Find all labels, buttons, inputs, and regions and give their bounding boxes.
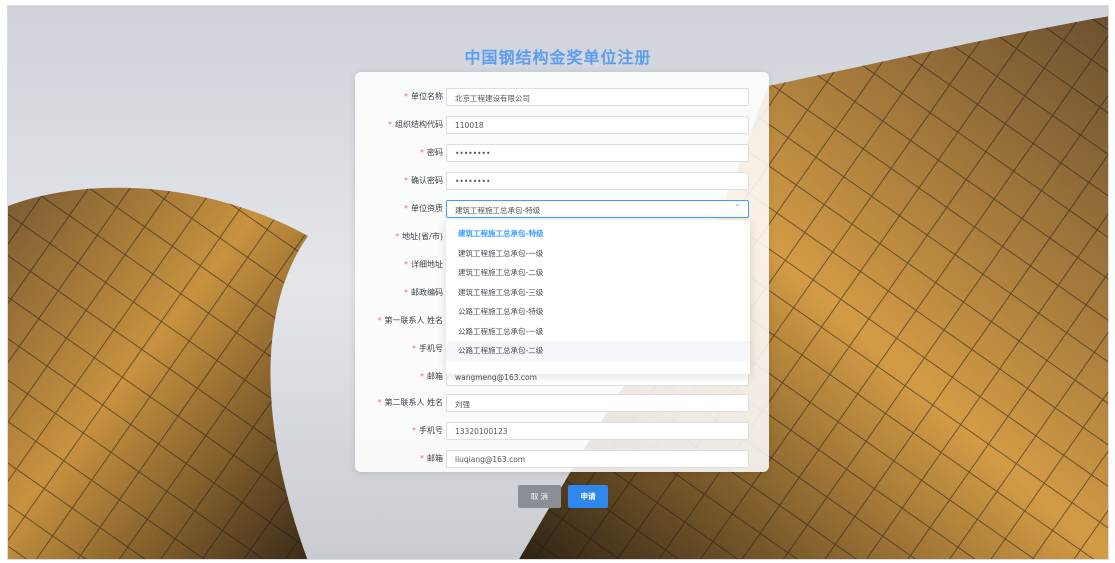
field-label: 地址(省/市) <box>402 232 443 241</box>
field-label: 邮箱 <box>427 372 443 381</box>
field-row-password: * 密码 •••••••• <box>355 144 769 164</box>
required-mark: * <box>404 92 408 101</box>
field-row-qualification: * 单位资质 建筑工程施工总承包-特级 ⌃ <box>355 200 769 220</box>
field-row-confirm-password: * 确认密码 •••••••• <box>355 172 769 192</box>
field-label: 第二联系人 姓名 <box>384 398 443 407</box>
contact2-phone-input[interactable]: 13320100123 <box>446 422 749 440</box>
field-label: 手机号 <box>419 426 443 435</box>
field-label: 确认密码 <box>411 176 443 185</box>
cancel-button[interactable]: 取 消 <box>518 485 561 508</box>
dropdown-option[interactable]: 建筑工程施工总承包-二级 <box>446 263 750 283</box>
field-label: 邮箱 <box>427 454 443 463</box>
field-label: 手机号 <box>419 344 443 353</box>
required-mark: * <box>412 426 416 435</box>
required-mark: * <box>420 454 424 463</box>
field-row-contact2-name: * 第二联系人 姓名 刘强 <box>355 394 769 414</box>
field-label: 邮政编码 <box>411 288 443 297</box>
submit-button[interactable]: 申请 <box>568 485 608 508</box>
password-input[interactable]: •••••••• <box>446 144 749 162</box>
required-mark: * <box>404 204 408 213</box>
unit-name-input[interactable]: 北京工程建设有限公司 <box>446 88 749 106</box>
required-mark: * <box>404 176 408 185</box>
required-mark: * <box>377 398 382 407</box>
confirm-password-input[interactable]: •••••••• <box>446 172 749 190</box>
required-mark: * <box>404 288 408 297</box>
field-row-org-code: * 组织结构代码 110018 <box>355 116 769 136</box>
dropdown-option[interactable]: 公路工程施工总承包-特级 <box>446 302 750 322</box>
field-row-contact2-phone: * 手机号 13320100123 <box>355 422 769 442</box>
page-title: 中国钢结构金奖单位注册 <box>464 48 652 67</box>
required-mark: * <box>420 148 424 157</box>
field-label: 单位资质 <box>411 204 443 213</box>
contact2-name-input[interactable]: 刘强 <box>446 394 749 412</box>
field-row-unit-name: * 单位名称 北京工程建设有限公司 <box>355 88 769 108</box>
org-code-input[interactable]: 110018 <box>446 116 749 134</box>
chevron-up-icon: ⌃ <box>734 203 741 212</box>
contact2-email-input[interactable]: liuqiang@163.com <box>446 450 749 468</box>
field-label: 密码 <box>427 148 443 157</box>
required-mark: * <box>395 232 400 241</box>
required-mark: * <box>404 260 408 269</box>
required-mark: * <box>388 120 392 129</box>
required-mark: * <box>412 344 416 353</box>
dropdown-option[interactable]: 建筑工程施工总承包-一级 <box>446 244 750 264</box>
required-mark: * <box>377 316 382 325</box>
required-mark: * <box>420 372 424 381</box>
dropdown-option[interactable]: 公路工程施工总承包-一级 <box>446 322 750 342</box>
qualification-selected-value: 建筑工程施工总承包-特级 <box>455 206 541 215</box>
dropdown-option[interactable]: 公路工程施工总承包-二级 <box>446 341 750 361</box>
field-label: 第一联系人 姓名 <box>384 316 443 325</box>
field-label: 详细地址 <box>411 260 443 269</box>
field-row-contact2-email: * 邮箱 liuqiang@163.com <box>355 450 769 470</box>
dropdown-option[interactable]: 建筑工程施工总承包-特级 <box>446 224 750 244</box>
page-canvas: 中国钢结构金奖单位注册 * 单位名称 北京工程建设有限公司 * 组织结构代码 110… <box>7 5 1109 560</box>
field-label: 组织结构代码 <box>395 120 443 129</box>
qualification-select[interactable]: 建筑工程施工总承包-特级 ⌃ <box>446 200 749 218</box>
field-label: 单位名称 <box>411 92 443 101</box>
qualification-dropdown: 建筑工程施工总承包-特级 建筑工程施工总承包-一级 建筑工程施工总承包-二级 建… <box>446 220 750 374</box>
dropdown-option[interactable]: 建筑工程施工总承包-三级 <box>446 283 750 303</box>
